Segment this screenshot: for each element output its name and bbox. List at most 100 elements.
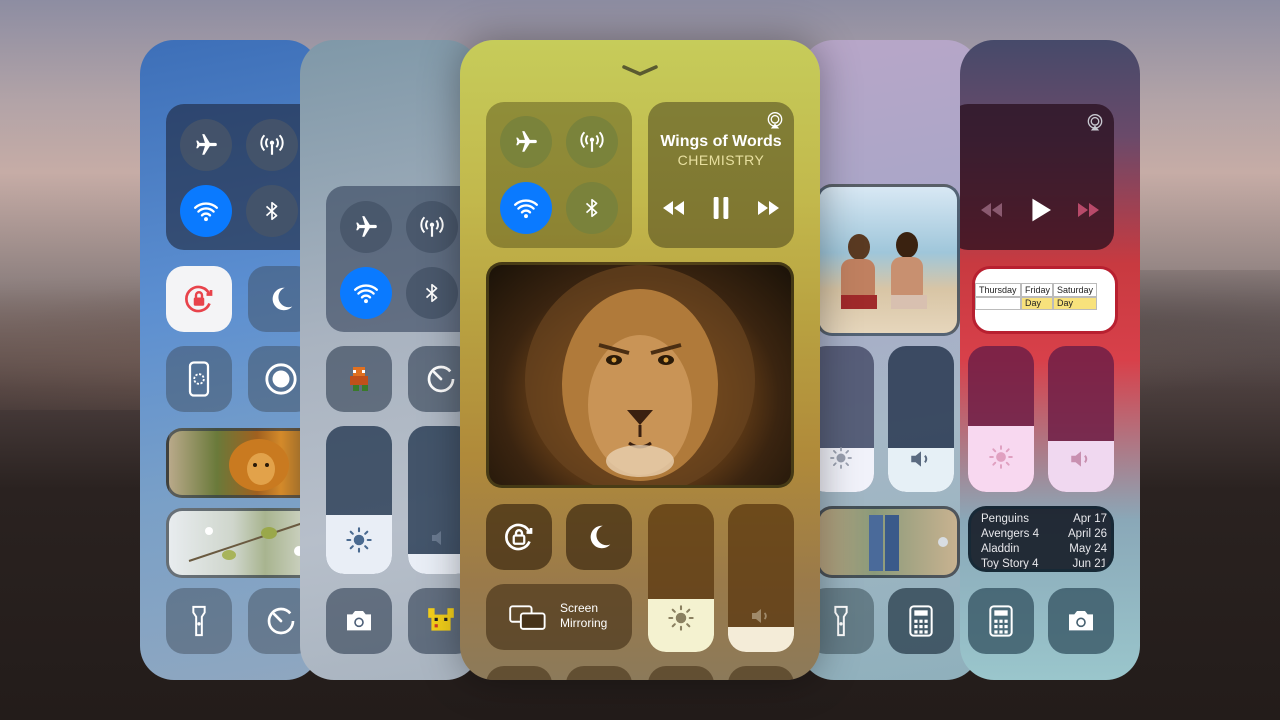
movie-row: Toy Story 4 Jun 21 (981, 557, 1107, 570)
airplay-button[interactable] (1084, 112, 1106, 134)
wifi-button[interactable] (500, 182, 552, 234)
fast-forward-button[interactable] (754, 196, 784, 220)
sun-icon (668, 605, 694, 631)
airplane-mode-button[interactable] (180, 119, 232, 171)
speaker-icon (911, 451, 928, 467)
brightness-slider[interactable] (326, 426, 392, 574)
orientation-lock-button[interactable] (166, 266, 232, 332)
flashlight-icon (834, 605, 848, 637)
volume-slider[interactable] (888, 346, 954, 492)
timer-icon (427, 365, 455, 393)
wifi-button[interactable] (180, 185, 232, 237)
bluetooth-button[interactable] (566, 182, 618, 234)
cellular-data-button[interactable] (566, 116, 618, 168)
wifi-icon (353, 284, 379, 304)
movies-widget[interactable]: Penguins Apr 17 Avengers 4 April 26 Aladdi… (968, 506, 1114, 572)
record-icon (265, 363, 297, 395)
wifi-icon (513, 199, 539, 219)
pause-icon (713, 197, 729, 219)
calendar-widget[interactable]: Thursday Friday Saturday Day Day (972, 266, 1118, 334)
pixel-monkey-icon (350, 367, 368, 391)
airplay-icon (767, 112, 783, 129)
couple-walk-widget[interactable] (816, 506, 960, 578)
fast-forward-icon (1078, 203, 1099, 217)
movie-name: Aladdin (981, 543, 1020, 555)
wifi-button[interactable] (340, 267, 392, 319)
airplane-icon (356, 216, 377, 237)
hidden-button[interactable] (648, 666, 714, 680)
sun-icon (989, 445, 1013, 469)
volume-slider[interactable] (728, 504, 794, 652)
lion-head-icon (229, 439, 289, 491)
control-center-card-right (800, 40, 980, 680)
screen-mirroring-label-2: Mirroring (560, 616, 608, 630)
hidden-button[interactable] (486, 666, 552, 680)
rewind-button[interactable] (658, 196, 688, 220)
volume-slider[interactable] (1048, 346, 1114, 492)
cellular-data-button[interactable] (406, 201, 458, 253)
now-playing-artist: CHEMISTRY (677, 152, 765, 168)
control-center-card-far-left (140, 40, 320, 680)
antenna-icon (260, 134, 284, 155)
couple-photo-widget[interactable] (816, 184, 960, 336)
birds-thumbnail[interactable] (166, 508, 320, 578)
lion-photo-widget[interactable] (486, 262, 794, 488)
calendar-cell: Day (1053, 297, 1097, 310)
wifi-icon (193, 202, 219, 222)
dismiss-chevron[interactable] (620, 62, 660, 80)
camera-button[interactable] (326, 588, 392, 654)
orientation-lock-button[interactable] (486, 504, 552, 570)
bluetooth-button[interactable] (246, 185, 298, 237)
movie-date: Jun 21 (1072, 558, 1107, 570)
play-icon (1032, 198, 1051, 222)
flashlight-button[interactable] (166, 588, 232, 654)
moon-icon (272, 287, 293, 311)
calculator-button[interactable] (888, 588, 954, 654)
control-center-card-center: Wings of Words CHEMISTRY Screen Mirrorin… (460, 40, 820, 680)
rewind-icon (663, 201, 684, 215)
play-button[interactable] (1026, 196, 1056, 224)
speaker-icon (1071, 451, 1088, 467)
hidden-button[interactable] (566, 666, 632, 680)
fast-forward-button[interactable] (1074, 198, 1104, 222)
do-not-disturb-button[interactable] (566, 504, 632, 570)
mirroring-device-button[interactable] (166, 346, 232, 412)
brightness-slider[interactable] (648, 504, 714, 652)
screen-mirroring-icon (509, 605, 546, 630)
hidden-button[interactable] (728, 666, 794, 680)
antenna-icon (420, 216, 444, 237)
movie-date: May 24 (1069, 543, 1107, 555)
lion-thumbnail[interactable] (166, 428, 320, 498)
airplane-mode-button[interactable] (340, 201, 392, 253)
camera-icon (347, 611, 371, 631)
pause-button[interactable] (706, 194, 736, 222)
calendar-day-saturday: Saturday (1053, 283, 1097, 297)
bluetooth-button[interactable] (406, 267, 458, 319)
calendar-cell (975, 297, 1021, 310)
brightness-slider[interactable] (968, 346, 1034, 492)
chevron-down-icon (622, 65, 658, 76)
game-app-button[interactable] (326, 346, 392, 412)
control-center-card-far-right: Thursday Friday Saturday Day Day Penguin… (960, 40, 1140, 680)
screen-mirroring-label: Screen (560, 601, 599, 615)
calculator-button[interactable] (968, 588, 1034, 654)
rewind-icon (981, 203, 1002, 217)
camera-icon (1069, 611, 1093, 631)
calendar-day-thursday: Thursday (975, 283, 1021, 297)
movie-name: Avengers 4 (981, 528, 1039, 540)
orientation-lock-icon (185, 285, 213, 313)
airplay-button[interactable] (764, 110, 786, 132)
airplane-icon (196, 134, 217, 155)
rewind-button[interactable] (976, 198, 1006, 222)
sun-icon (346, 527, 372, 553)
screen-mirroring-button[interactable]: Screen Mirroring (486, 584, 632, 650)
bird-icon (188, 520, 310, 562)
bluetooth-icon (585, 198, 598, 218)
calculator-icon (989, 605, 1013, 637)
control-center-card-left (300, 40, 480, 680)
airplane-mode-button[interactable] (500, 116, 552, 168)
phone-icon (188, 361, 210, 397)
camera-button[interactable] (1048, 588, 1114, 654)
cellular-data-button[interactable] (246, 119, 298, 171)
movie-row: Avengers 4 April 26 (981, 527, 1107, 542)
